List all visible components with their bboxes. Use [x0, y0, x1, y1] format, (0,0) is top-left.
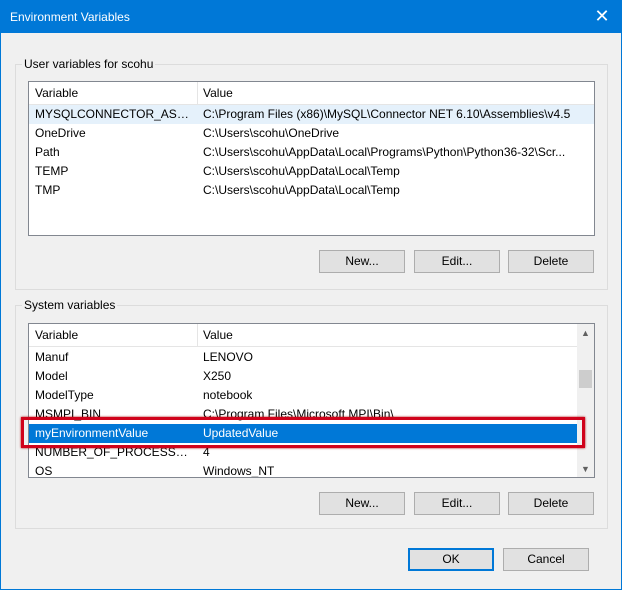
row-value: X250 [203, 369, 232, 383]
cancel-button[interactable]: Cancel [503, 548, 589, 571]
scroll-up-icon[interactable]: ▲ [577, 324, 594, 341]
table-row[interactable]: OneDrive C:\Users\scohu\OneDrive [29, 124, 594, 143]
scrollbar-thumb[interactable] [579, 370, 592, 388]
window-title: Environment Variables [10, 10, 130, 24]
row-variable: ModelType [35, 388, 94, 402]
close-icon[interactable]: ✕ [582, 0, 622, 33]
row-value: C:\Users\scohu\AppData\Local\Temp [203, 183, 400, 197]
row-value: C:\Users\scohu\AppData\Local\Temp [203, 164, 400, 178]
row-value: notebook [203, 388, 253, 402]
table-row[interactable]: Model X250 [29, 367, 577, 386]
system-variables-rows: Manuf LENOVO Model X250 ModelType notebo… [29, 348, 577, 477]
column-header-variable[interactable]: Variable [29, 82, 78, 104]
column-header-variable[interactable]: Variable [29, 324, 78, 346]
user-variables-header: Variable Value [29, 82, 594, 105]
title-bar: Environment Variables ✕ [0, 0, 622, 33]
user-variables-label: User variables for scohu [22, 57, 156, 71]
system-delete-button[interactable]: Delete [508, 492, 594, 515]
table-row[interactable]: TEMP C:\Users\scohu\AppData\Local\Temp [29, 162, 594, 181]
row-variable: Model [35, 369, 68, 383]
scroll-down-icon[interactable]: ▼ [577, 460, 594, 477]
user-new-button[interactable]: New... [319, 250, 405, 273]
row-value: Windows_NT [203, 464, 275, 477]
system-new-button[interactable]: New... [319, 492, 405, 515]
table-row[interactable]: MYSQLCONNECTOR_ASSE... C:\Program Files … [29, 105, 594, 124]
vertical-scrollbar[interactable]: ▲ ▼ [577, 324, 594, 477]
column-header-value[interactable]: Value [197, 82, 233, 104]
user-variables-list[interactable]: Variable Value MYSQLCONNECTOR_ASSE... C:… [28, 81, 595, 236]
table-row[interactable]: Manuf LENOVO [29, 348, 577, 367]
system-variables-header: Variable Value [29, 324, 594, 347]
row-value: C:\Users\scohu\AppData\Local\Programs\Py… [203, 145, 566, 159]
row-variable: MYSQLCONNECTOR_ASSE... [35, 107, 193, 121]
ok-button[interactable]: OK [408, 548, 494, 571]
row-value: C:\Program Files (x86)\MySQL\Connector N… [203, 107, 571, 121]
system-variables-list[interactable]: Variable Value Manuf LENOVO Model X250 M… [28, 323, 595, 478]
highlight-annotation [21, 417, 585, 448]
table-row[interactable]: Path C:\Users\scohu\AppData\Local\Progra… [29, 143, 594, 162]
row-variable: Manuf [35, 350, 69, 364]
table-row[interactable]: OS Windows_NT [29, 462, 577, 477]
table-row[interactable]: TMP C:\Users\scohu\AppData\Local\Temp [29, 181, 594, 200]
row-value: C:\Users\scohu\OneDrive [203, 126, 340, 140]
row-variable: TEMP [35, 164, 69, 178]
row-variable: Path [35, 145, 60, 159]
user-delete-button[interactable]: Delete [508, 250, 594, 273]
system-edit-button[interactable]: Edit... [414, 492, 500, 515]
row-variable: OneDrive [35, 126, 86, 140]
row-value: LENOVO [203, 350, 254, 364]
row-variable: OS [35, 464, 53, 477]
column-header-value[interactable]: Value [197, 324, 233, 346]
system-variables-label: System variables [22, 298, 118, 312]
table-row[interactable]: ModelType notebook [29, 386, 577, 405]
row-variable: TMP [35, 183, 61, 197]
user-edit-button[interactable]: Edit... [414, 250, 500, 273]
